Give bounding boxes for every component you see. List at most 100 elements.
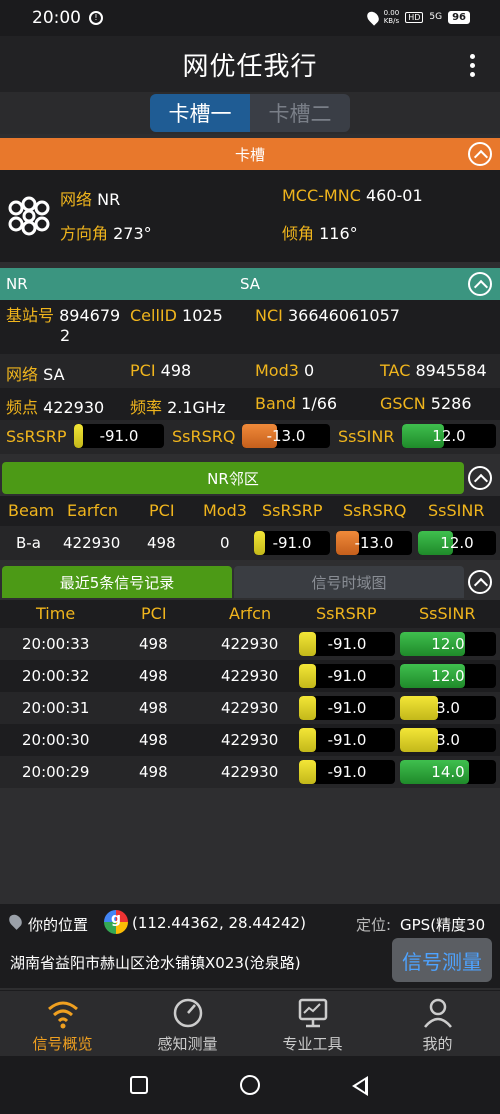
col-rsrp: SsRSRP [262,501,323,520]
app-title: 网优任我行 [182,51,318,82]
neighbor-rsrq-bar: -13.0 [336,531,412,555]
neighbor-beam: B-a [16,534,41,552]
carrier-logo-icon [0,187,58,245]
user-icon [423,998,452,1028]
battery-icon: 96 [448,10,470,24]
neighbor-sinr: 12.0 [440,534,474,552]
row-rsrp: -91.0 [327,763,367,781]
row-arfcn: 422930 [221,635,279,653]
col-sinr: SsSINR [428,501,485,520]
location-label: 你的位置 [28,916,89,934]
row-arfcn: 422930 [221,667,279,685]
gscn-field: GSCN 5286 [380,394,472,413]
nav-pro-tools[interactable]: 专业工具 [250,991,375,1056]
neighbor-rsrp-bar: -91.0 [254,531,330,555]
bs-field: 基站号 894679 2 [6,306,121,345]
back-icon[interactable] [352,1076,368,1096]
nr-row-network: 网络 SA PCI 498 Mod3 0 TAC 8945584 [0,354,500,388]
table-row[interactable]: 20:00:31 498 422930 -91.0 3.0 [0,692,500,724]
nr-cell-header: NR SA [0,268,500,300]
collapse-history-icon[interactable] [468,570,492,594]
rsrq-value: -13.0 [266,427,306,445]
azimuth-field: 方向角 273° [60,224,152,243]
table-row[interactable]: B-a 422930 498 0 -91.0 -13.0 12.0 [0,526,500,560]
row-sinr: 12.0 [431,635,465,653]
nav-signal-overview[interactable]: 信号概览 [0,991,125,1056]
recent-apps-icon[interactable] [130,1076,148,1094]
location-method-label: 定位: [356,916,392,934]
row-pci: 498 [139,763,168,781]
rsrq-label: SsRSRQ [172,427,236,446]
rsrp-label: SsRSRP [6,427,67,446]
history-rows: 20:00:33 498 422930 -91.0 12.0 20:00:32 498 422… [0,628,500,788]
map-icon[interactable] [104,910,128,934]
nr-row-ids: 基站号 894679 2 CellID 1025 NCI 36646061057 [0,300,500,354]
table-row[interactable]: 20:00:32 498 422930 -91.0 12.0 [0,660,500,692]
row-rsrp: -91.0 [327,667,367,685]
mccmnc-field: MCC-MNC 460-01 [282,186,423,205]
speedometer-icon [173,998,202,1028]
row-pci: 498 [139,699,168,717]
row-rsrp-bar: -91.0 [299,760,395,784]
neighbor-rsrq: -13.0 [354,534,394,552]
row-sinr-bar: 3.0 [400,696,496,720]
row-time: 20:00:29 [22,763,90,781]
status-time: 20:00 [32,8,81,28]
tac-field: TAC 8945584 [380,361,487,380]
table-row[interactable]: 20:00:30 498 422930 -91.0 3.0 [0,724,500,756]
row-sinr: 12.0 [431,667,465,685]
nr-row-signal: SsRSRP -91.0 SsRSRQ -13.0 SsSINR 12.0 [0,420,500,454]
sinr-label: SsSINR [338,427,395,446]
collapse-neighbors-icon[interactable] [468,466,492,490]
tab-slot-1[interactable]: 卡槽一 [150,94,250,132]
nav-mine[interactable]: 我的 [375,991,500,1056]
table-row[interactable]: 20:00:33 498 422930 -91.0 12.0 [0,628,500,660]
tab-slot-2[interactable]: 卡槽二 [250,94,350,132]
location-panel: 你的位置 (112.44362, 28.44242) 定位: GPS(精度30米… [0,904,500,988]
neighbor-earfcn: 422930 [63,534,121,552]
neighbor-sinr-bar: 12.0 [418,531,496,555]
row-rsrp-bar: -91.0 [299,632,395,656]
location-icon [364,8,381,26]
row-sinr-bar: 3.0 [400,728,496,752]
system-nav-bar [0,1056,500,1114]
row-rsrp: -91.0 [327,699,367,717]
col-time: Time [36,604,76,623]
neighbor-rsrp: -91.0 [272,534,312,552]
tab-signal-timeline[interactable]: 信号时域图 [234,566,464,598]
collapse-sim-icon[interactable] [468,142,492,166]
network-field: 网络 NR [60,190,121,209]
row-sinr-bar: 14.0 [400,760,496,784]
collapse-nr-icon[interactable] [468,272,492,296]
cellid-field: CellID 1025 [130,306,223,325]
row-pci: 498 [139,667,168,685]
rsrq-bar: -13.0 [242,424,330,448]
status-icons: 0.00 KB/s HD 5G 96 [364,8,470,26]
nav-perception-test[interactable]: 感知测量 [125,991,250,1056]
band-field: Band 1/66 [255,394,338,413]
row-pci: 498 [139,635,168,653]
history-columns: Time PCI Arfcn SsRSRP SsSINR [0,600,500,628]
sinr-value: 12.0 [432,427,466,445]
col-earfcn: Earfcn [67,501,119,520]
col-mod3: Mod3 [203,501,247,520]
signal-measure-button[interactable]: 信号测量 [392,938,492,982]
col-beam: Beam [8,501,55,520]
app-bar: 网优任我行 [0,36,500,92]
home-icon[interactable] [240,1075,260,1095]
hd-icon: HD [405,11,424,23]
location-pin-icon [6,912,25,930]
freq-field: 频率 2.1GHz [130,398,226,417]
col-pci: PCI [149,501,175,520]
row-sinr-bar: 12.0 [400,632,496,656]
more-menu-icon[interactable] [470,50,478,81]
col-arfcn: Arfcn [229,604,272,623]
nav-label: 我的 [422,1035,453,1053]
row-arfcn: 422930 [221,731,279,749]
location-coords: (112.44362, 28.44242) [132,914,306,932]
nr-row-freq: 频点 422930 频率 2.1GHz Band 1/66 GSCN 5286 [0,388,500,420]
tab-recent-records[interactable]: 最近5条信号记录 [2,566,232,598]
signal-icon: 5G [429,12,443,22]
table-row[interactable]: 20:00:29 498 422930 -91.0 14.0 [0,756,500,788]
status-bar: 20:00 ! 0.00 KB/s HD 5G 96 [0,0,500,36]
